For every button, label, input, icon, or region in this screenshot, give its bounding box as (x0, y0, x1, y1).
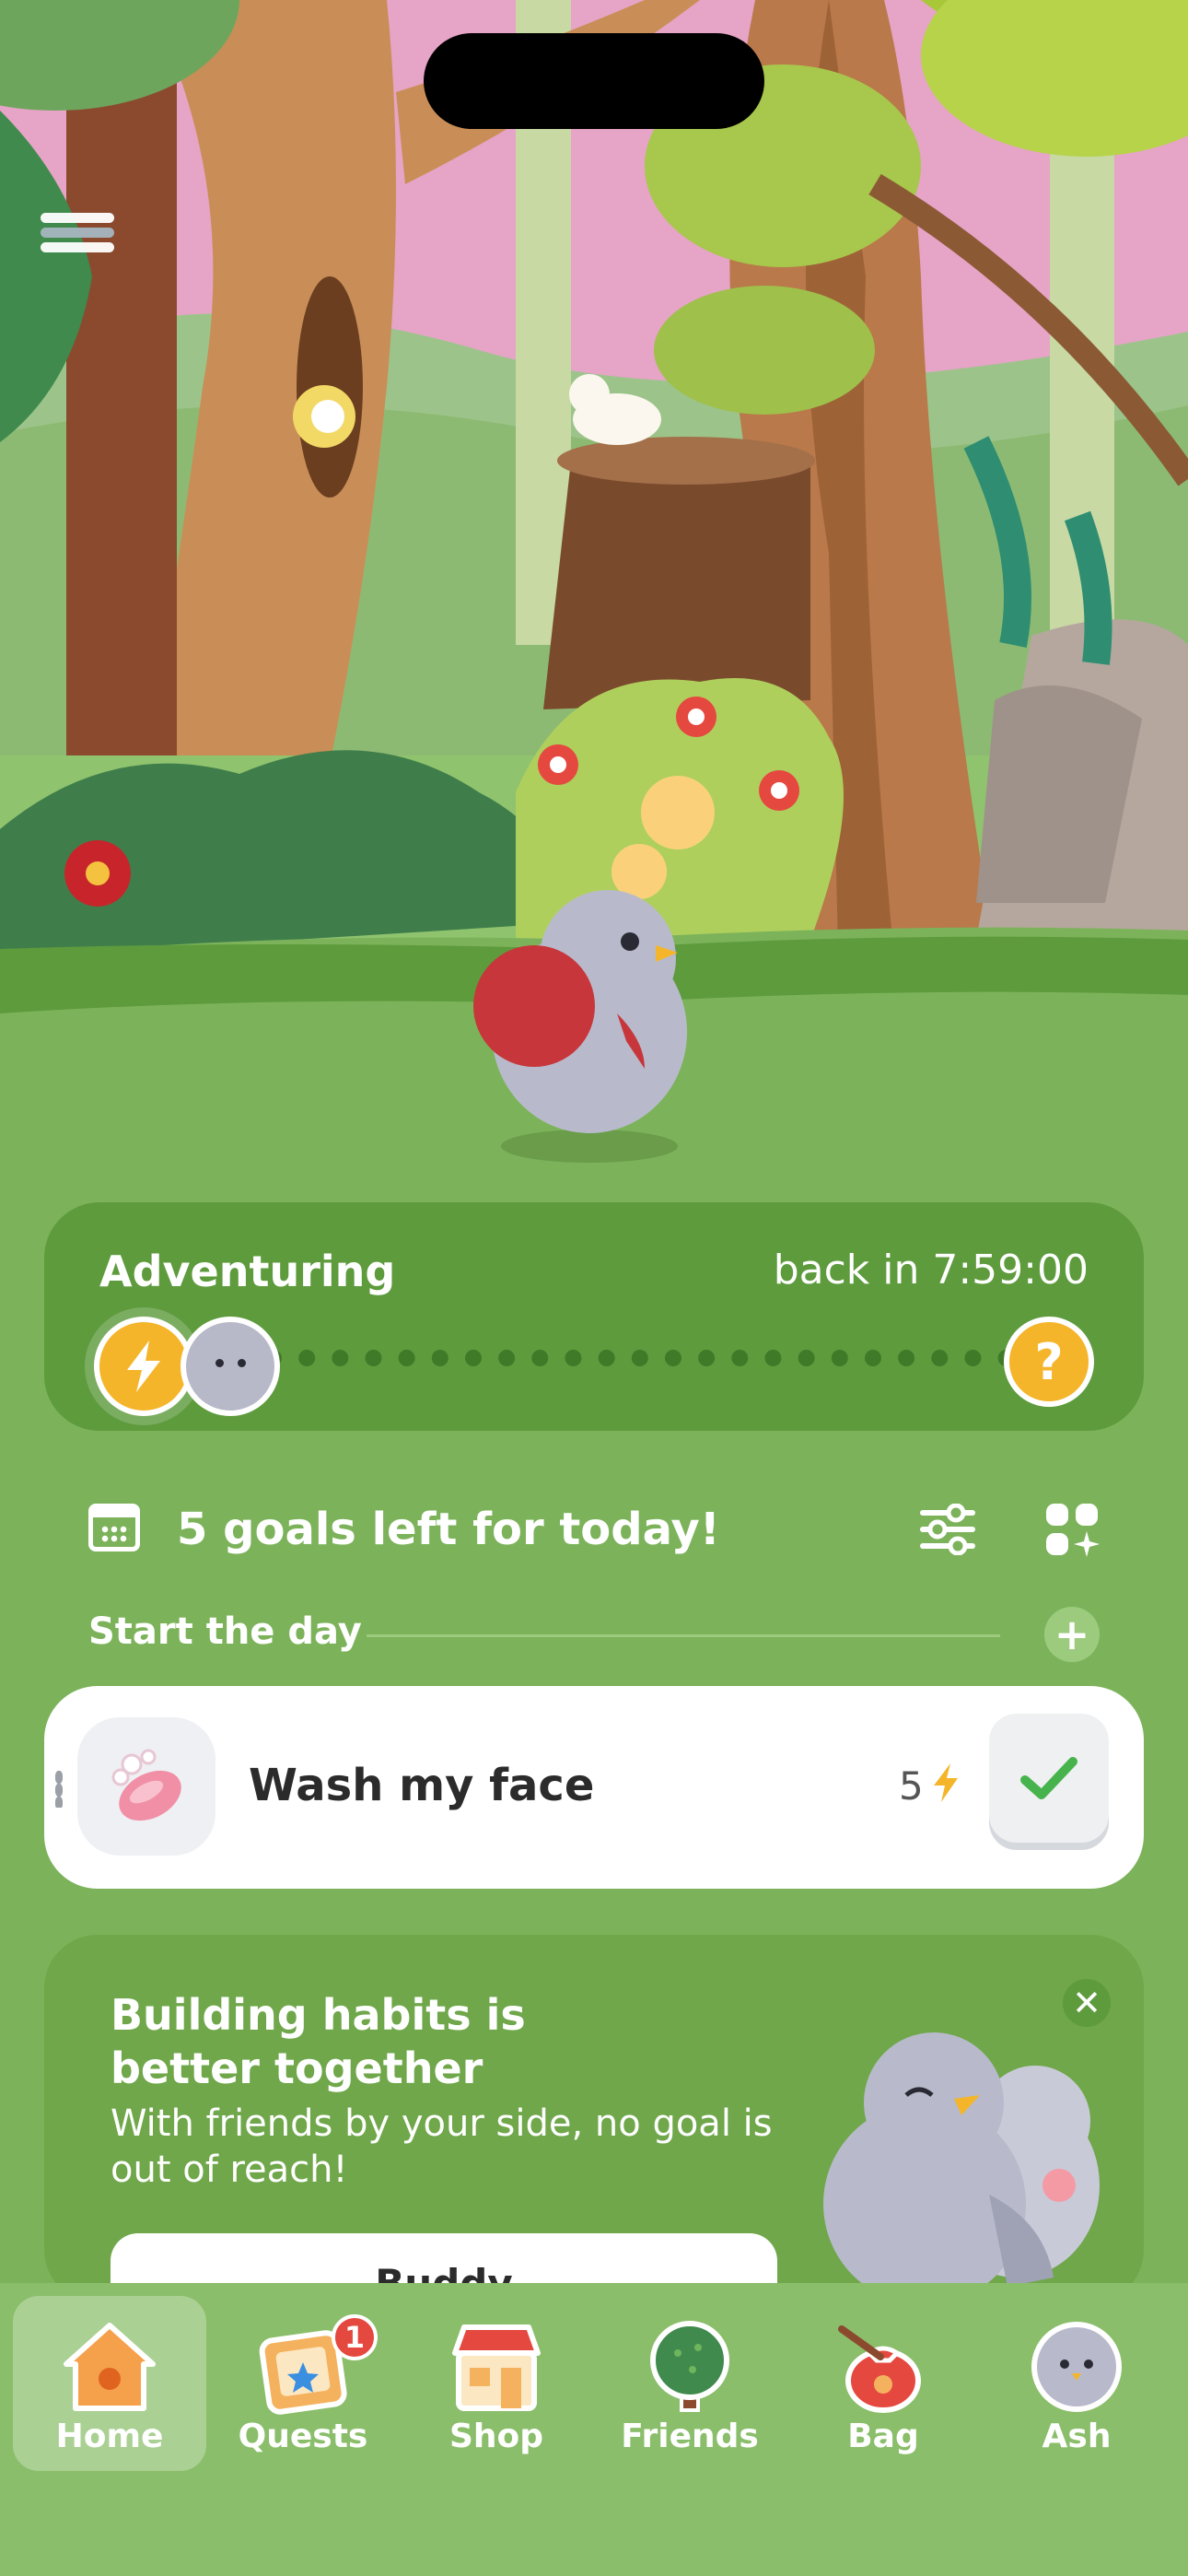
tab-shop[interactable]: Shop (400, 2296, 593, 2471)
tab-label: Home (55, 2418, 164, 2455)
shop-icon (452, 2324, 541, 2411)
goals-summary-row: 5 goals left for today! (88, 1498, 1101, 1563)
promo-body: With friends by your side, no goal is ou… (111, 2102, 773, 2191)
tab-label: Bag (847, 2418, 919, 2455)
adventure-timer: back in 7:59:00 (773, 1247, 1089, 1294)
tab-label: Ash (1042, 2418, 1112, 2455)
adventure-title: Adventuring (99, 1247, 396, 1296)
filter-sliders-icon[interactable] (919, 1504, 976, 1555)
adventure-card: Adventuring back in 7:59:00 ? (44, 1202, 1144, 1431)
tree-icon (650, 2321, 729, 2412)
habit-points: 5 (899, 1763, 924, 1809)
tab-label: Friends (621, 2418, 759, 2455)
bottom-tab-bar: Home 1 Quests Shop Friends Bag Ash (0, 2283, 1188, 2576)
complete-habit-button[interactable] (989, 1714, 1109, 1843)
friends-promo-card: Building habits is better together With … (44, 1935, 1144, 2303)
energy-bolt-icon (94, 1317, 193, 1416)
tab-quests[interactable]: 1 Quests (206, 2296, 400, 2471)
hamburger-menu-icon[interactable] (35, 208, 120, 269)
bag-icon (838, 2325, 921, 2413)
energy-bolt-icon (934, 1763, 958, 1802)
section-label: Start the day (88, 1610, 362, 1653)
adventure-progress-track (265, 1350, 1048, 1366)
bird-avatar-icon (1031, 2322, 1122, 2412)
drag-handle-icon[interactable] (55, 1771, 63, 1808)
promo-title: Building habits is better together (111, 1990, 526, 2093)
notification-badge: 1 (332, 2314, 378, 2360)
checkmark-icon (1020, 1757, 1077, 1799)
widgets-grid-icon[interactable] (1044, 1502, 1101, 1559)
section-divider (367, 1634, 1000, 1637)
tab-label: Shop (448, 2418, 544, 2455)
bird-avatar-icon (181, 1317, 280, 1416)
house-icon (64, 2323, 156, 2411)
tab-profile[interactable]: Ash (980, 2296, 1173, 2471)
tab-home[interactable]: Home (13, 2296, 206, 2471)
help-button[interactable]: ? (1004, 1317, 1094, 1407)
tab-label: Quests (238, 2418, 368, 2455)
habit-title: Wash my face (249, 1760, 595, 1811)
tab-friends[interactable]: Friends (593, 2296, 786, 2471)
hugging-birds-illustration (823, 2032, 1100, 2303)
soap-icon (77, 1717, 215, 1856)
goals-summary-text: 5 goals left for today! (177, 1504, 720, 1555)
habit-card[interactable]: Wash my face 5 (44, 1686, 1144, 1889)
tab-bag[interactable]: Bag (786, 2296, 980, 2471)
dynamic-island (424, 33, 764, 129)
add-goal-button[interactable]: + (1044, 1607, 1100, 1662)
calendar-icon[interactable] (88, 1504, 140, 1551)
section-header-start-the-day: Start the day + (88, 1607, 1101, 1662)
forest-scene-illustration (0, 0, 1188, 1188)
